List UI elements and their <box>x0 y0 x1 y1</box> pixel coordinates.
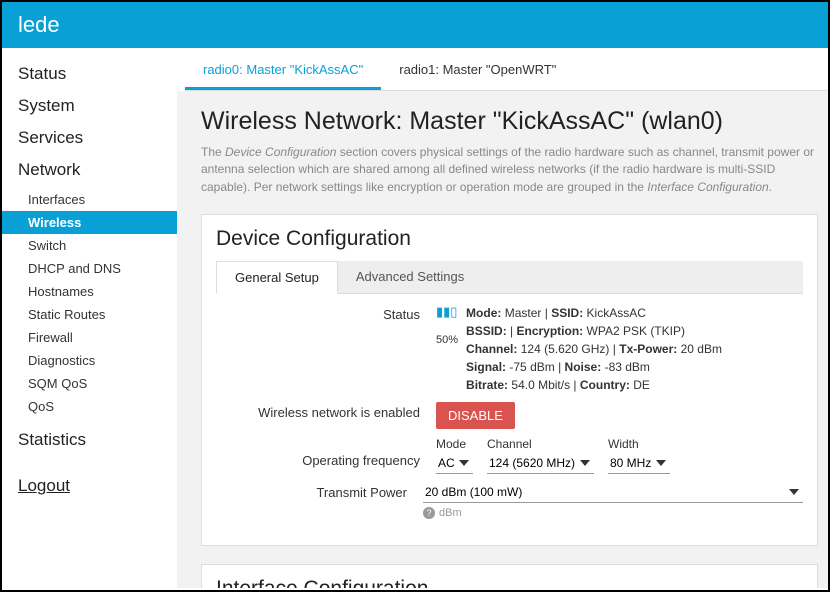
operating-frequency-label: Operating frequency <box>216 437 436 468</box>
status-block: Mode: Master | SSID: KickAssAC BSSID: | … <box>466 304 722 394</box>
main-area: radio0: Master "KickAssAC" radio1: Maste… <box>177 48 828 588</box>
mode-head: Mode <box>436 437 473 451</box>
nav-item-system[interactable]: System <box>2 90 177 122</box>
sidebar-item-dhcp[interactable]: DHCP and DNS <box>2 257 177 280</box>
transmit-power-label: Transmit Power <box>216 482 423 500</box>
transmit-power-hint: dBm <box>423 507 803 519</box>
interface-config-title: Interface Configuration <box>216 577 803 588</box>
sidebar-item-interfaces[interactable]: Interfaces <box>2 188 177 211</box>
nav-item-status[interactable]: Status <box>2 58 177 90</box>
sidebar-item-sqm-qos[interactable]: SQM QoS <box>2 372 177 395</box>
sidebar-item-switch[interactable]: Switch <box>2 234 177 257</box>
width-select[interactable]: 80 MHz <box>608 453 670 474</box>
brand-title: lede <box>18 12 60 37</box>
signal-strength-icon: ▮▮▯ <box>436 304 458 320</box>
signal-percent: 50% <box>436 334 458 346</box>
sidebar: Status System Services Network Interface… <box>2 48 177 588</box>
interface-config-panel: Interface Configuration General Setup Wi… <box>201 564 818 588</box>
mode-select[interactable]: AC <box>436 453 473 474</box>
nav-item-statistics[interactable]: Statistics <box>2 424 177 456</box>
nav-network-children: Interfaces Wireless Switch DHCP and DNS … <box>2 186 177 424</box>
sidebar-item-wireless[interactable]: Wireless <box>2 211 177 234</box>
tab-advanced-settings[interactable]: Advanced Settings <box>338 261 482 293</box>
page-title: Wireless Network: Master "KickAssAC" (wl… <box>201 107 818 136</box>
sidebar-item-diagnostics[interactable]: Diagnostics <box>2 349 177 372</box>
logout-link[interactable]: Logout <box>2 470 177 502</box>
page-description: The Device Configuration section covers … <box>201 144 818 196</box>
tab-radio0[interactable]: radio0: Master "KickAssAC" <box>185 54 381 90</box>
nav-item-network[interactable]: Network <box>2 154 177 186</box>
radio-tabs: radio0: Master "KickAssAC" radio1: Maste… <box>185 54 828 91</box>
width-head: Width <box>608 437 670 451</box>
sidebar-item-hostnames[interactable]: Hostnames <box>2 280 177 303</box>
app-header: lede <box>2 2 828 48</box>
channel-head: Channel <box>487 437 594 451</box>
sidebar-item-firewall[interactable]: Firewall <box>2 326 177 349</box>
disable-button[interactable]: DISABLE <box>436 402 515 429</box>
enable-label: Wireless network is enabled <box>216 402 436 420</box>
nav-item-services[interactable]: Services <box>2 122 177 154</box>
sidebar-item-static-routes[interactable]: Static Routes <box>2 303 177 326</box>
device-config-panel: Device Configuration General Setup Advan… <box>201 214 818 546</box>
tab-general-setup[interactable]: General Setup <box>216 261 338 294</box>
device-tabs: General Setup Advanced Settings <box>216 261 803 294</box>
tab-radio1[interactable]: radio1: Master "OpenWRT" <box>381 54 574 90</box>
status-label: Status <box>216 304 436 322</box>
sidebar-item-qos[interactable]: QoS <box>2 395 177 418</box>
transmit-power-select[interactable]: 20 dBm (100 mW) <box>423 482 803 503</box>
channel-select[interactable]: 124 (5620 MHz) <box>487 453 594 474</box>
device-config-title: Device Configuration <box>216 227 803 251</box>
